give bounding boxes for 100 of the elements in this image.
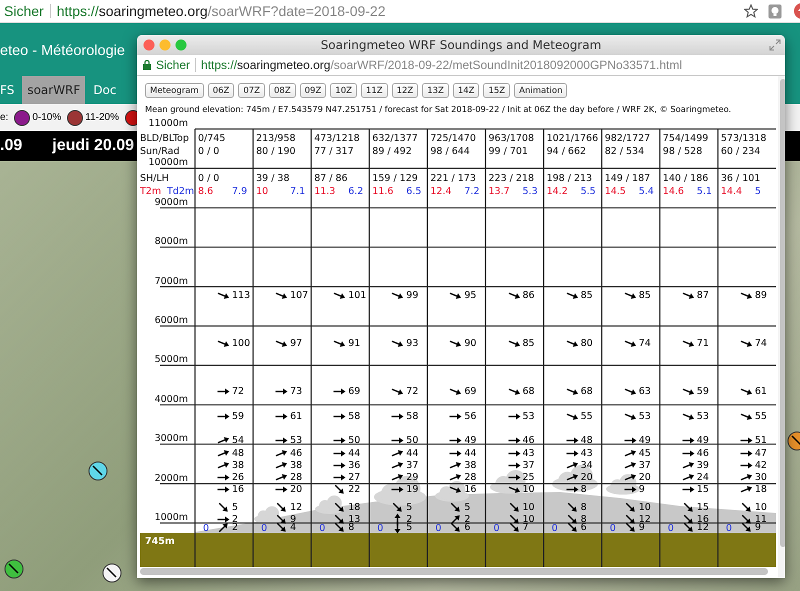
- wind-speed: 49: [464, 435, 476, 446]
- wind-speed: 46: [290, 448, 302, 459]
- table-cell: 10: [256, 186, 268, 198]
- wind-speed: 56: [464, 411, 476, 422]
- site-title: eteo - Météorologie: [0, 42, 125, 58]
- wind-speed: 44: [464, 448, 476, 459]
- wind-speed: 36: [348, 460, 360, 471]
- nav-tab[interactable]: soarWRF: [22, 76, 86, 104]
- forecast-info: Mean ground elevation: 745m / E7.543579 N47.251751 / forecast for Sat 2018-09-22 / Init at 06Z the day before / WRF 2K, © Soaringmeteo.: [144, 103, 732, 114]
- wind-speed: 38: [290, 460, 302, 471]
- time-button[interactable]: 10Z: [330, 83, 357, 98]
- table-cell: 94 / 662: [546, 146, 586, 158]
- wind-speed: 45: [638, 448, 651, 459]
- wind-speed: 6: [464, 522, 470, 533]
- wind-speed: 101: [348, 290, 366, 301]
- nav-tab[interactable]: Doc: [88, 76, 122, 104]
- wind-speed: 48: [580, 435, 593, 446]
- wind-speed: 69: [464, 386, 476, 397]
- wind-speed: 69: [348, 386, 360, 397]
- time-button[interactable]: 13Z: [422, 83, 449, 98]
- security-label: Sicher: [156, 58, 190, 72]
- wind-speed: 55: [754, 411, 767, 422]
- wind-speed: 97: [290, 338, 302, 349]
- table-cell: 1021/1766: [546, 133, 598, 145]
- ground-value: 0: [610, 523, 616, 535]
- wind-speed: 86: [522, 290, 535, 301]
- wind-speed: 6: [580, 522, 587, 533]
- altitude-label: 5000m: [154, 354, 188, 366]
- row-label: SH/LH: [140, 173, 169, 185]
- time-button[interactable]: 09Z: [300, 83, 326, 98]
- wind-speed: 50: [348, 435, 360, 446]
- wind-speed: 61: [290, 411, 302, 422]
- wind-speed: 85: [580, 290, 593, 301]
- wind-speed: 53: [522, 411, 535, 422]
- wind-speed: 49: [696, 435, 709, 446]
- table-cell: 982/1727: [604, 133, 650, 145]
- table-cell: 632/1377: [372, 133, 418, 145]
- table-cell: 77 / 317: [314, 146, 354, 158]
- wind-speed: 18: [754, 484, 767, 495]
- table-cell: 7.1: [290, 186, 306, 198]
- wind-speed: 5: [464, 502, 470, 513]
- wind-speed: 12: [638, 514, 651, 525]
- ground-value: 0: [377, 523, 384, 535]
- wind-speed: 5: [406, 502, 412, 513]
- wind-speed: 85: [522, 338, 535, 349]
- wind-speed: 44: [406, 448, 418, 459]
- table-cell: 725/1470: [430, 133, 476, 145]
- wind-speed: 71: [696, 338, 709, 349]
- altitude-label: 10000m: [148, 157, 188, 170]
- ground-value: 0: [494, 523, 500, 535]
- wind-speed: 53: [638, 411, 651, 422]
- time-button[interactable]: 11Z: [360, 83, 388, 98]
- table-cell: 198 / 213: [546, 173, 592, 185]
- wind-speed: 15: [696, 484, 709, 495]
- legend-label: e:: [0, 112, 8, 123]
- wind-speed: 100: [232, 338, 250, 349]
- table-cell: 221 / 173: [430, 173, 476, 185]
- table-cell: 8.6: [198, 186, 214, 198]
- altitude-label: 1000m: [154, 512, 188, 524]
- wind-speed: 28: [464, 472, 476, 483]
- time-button[interactable]: 14Z: [452, 83, 480, 98]
- url-text[interactable]: https://soaringmeteo.org/soarWRF?date=2018-09-22: [56, 3, 386, 19]
- time-button[interactable]: 06Z: [208, 83, 234, 98]
- wind-speed: 30: [754, 472, 767, 483]
- day-label[interactable]: jeudi 20.09: [52, 137, 134, 155]
- wind-speed: 46: [522, 435, 535, 446]
- altitude-label: 9000m: [154, 196, 188, 209]
- table-cell: 89 / 492: [372, 146, 412, 158]
- wind-speed: 8: [580, 502, 587, 513]
- wind-speed: 20: [638, 472, 651, 483]
- row-label: Sun/Rad: [140, 146, 180, 158]
- altitude-label: 2000m: [154, 472, 188, 485]
- wind-speed: 37: [522, 460, 535, 471]
- altitude-label: 6000m: [154, 315, 188, 327]
- wind-speed: 9: [638, 522, 645, 533]
- table-cell: 963/1708: [488, 133, 534, 145]
- wind-speed: 87: [696, 290, 709, 301]
- time-button[interactable]: 15Z: [483, 83, 510, 98]
- time-button[interactable]: 12Z: [392, 83, 418, 98]
- legend-text: 11-20%: [85, 112, 119, 123]
- day-label[interactable]: .09: [0, 137, 22, 155]
- wind-speed: 43: [580, 448, 593, 459]
- wind-speed: 59: [696, 386, 709, 397]
- wind-speed: 74: [638, 338, 651, 349]
- time-button[interactable]: 07Z: [238, 83, 265, 98]
- wind-speed: 5: [232, 502, 238, 513]
- wind-speed: 16: [232, 484, 244, 495]
- wind-speed: 28: [290, 472, 302, 483]
- table-cell: 14.2: [546, 186, 568, 198]
- url-text[interactable]: https://soaringmeteo.org/soarWRF/2018-09-22/metSoundInit2018092000GPNo33571.html: [201, 58, 682, 72]
- wind-speed: 68: [522, 386, 535, 397]
- wind-speed: 50: [406, 435, 418, 446]
- time-button[interactable]: 08Z: [269, 83, 296, 98]
- time-button[interactable]: Animation: [514, 83, 568, 98]
- table-cell: 573/1318: [720, 133, 766, 145]
- nav-tab[interactable]: FS: [0, 76, 20, 104]
- wind-speed: 55: [580, 411, 593, 422]
- wind-speed: 2: [232, 522, 238, 533]
- time-button[interactable]: Meteogram: [145, 83, 204, 98]
- wind-speed: 20: [290, 484, 302, 495]
